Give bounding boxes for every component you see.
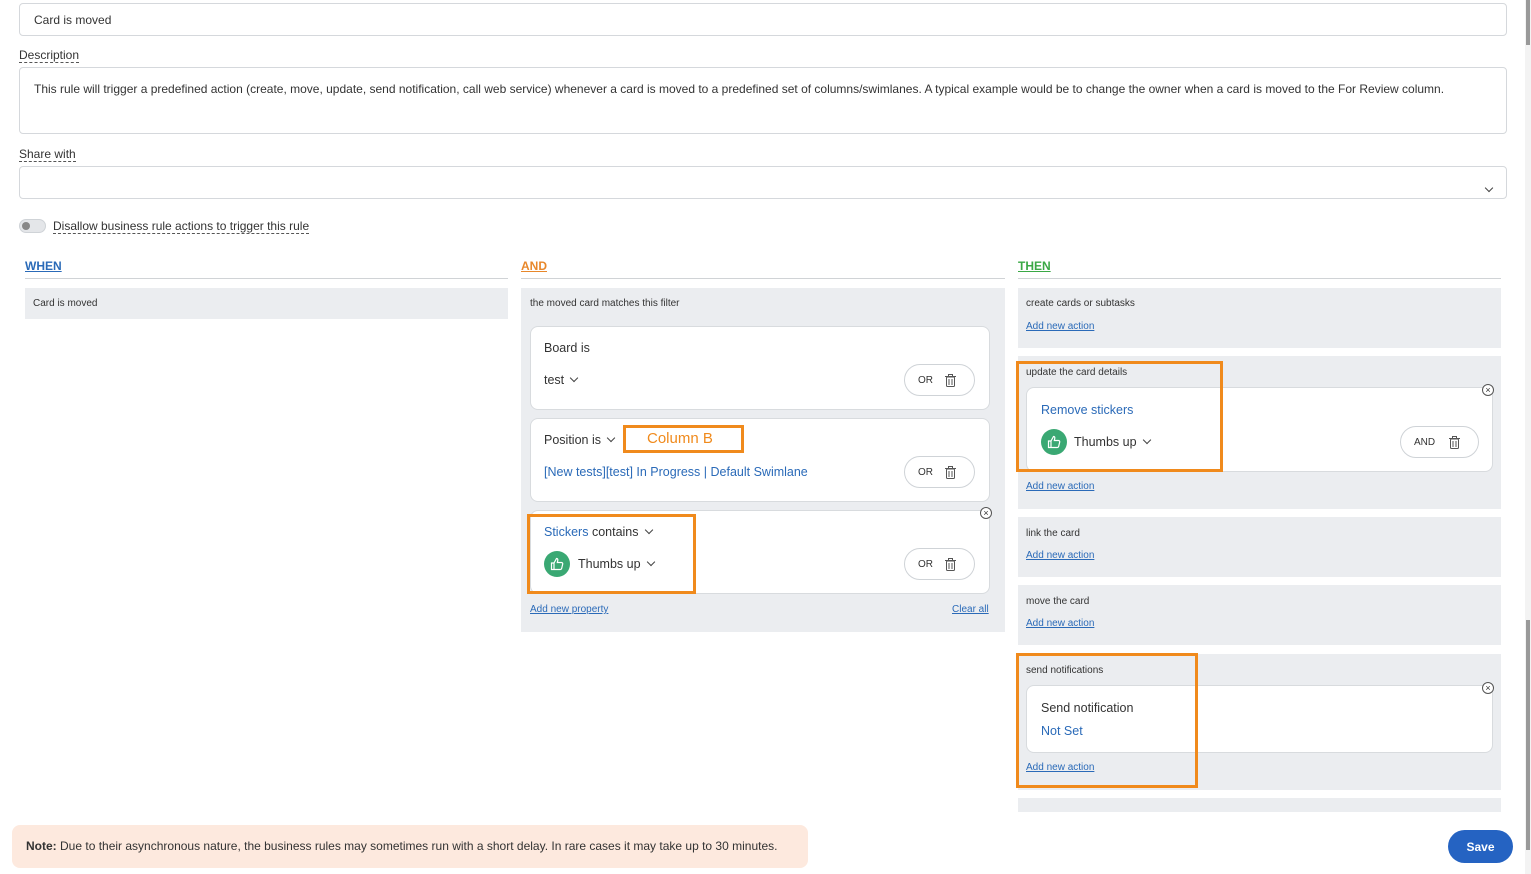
share-with-label: Share with — [19, 147, 76, 162]
position-filter-card: Position is [New tests][test] In Progres… — [530, 418, 990, 502]
when-divider — [25, 278, 508, 279]
position-or-pill: OR — [904, 456, 975, 488]
description-textarea[interactable]: This rule will trigger a predefined acti… — [19, 67, 1507, 134]
board-value-dropdown[interactable]: test — [544, 373, 579, 387]
then-link-panel: link the card Add new action — [1018, 517, 1501, 577]
note-bold: Note: — [26, 839, 57, 853]
stickers-or-pill: OR — [904, 548, 975, 580]
then-divider — [1018, 278, 1501, 279]
disallow-label: Disallow business rule actions to trigge… — [53, 219, 310, 234]
add-new-action-link[interactable]: Add new action — [1026, 618, 1094, 629]
rule-name-value: Card is moved — [34, 13, 112, 27]
description-value: This rule will trigger a predefined acti… — [34, 82, 1445, 96]
then-next-panel — [1018, 798, 1501, 812]
when-header: WHEN — [25, 259, 62, 273]
disallow-toggle[interactable] — [19, 219, 46, 233]
add-new-action-link[interactable]: Add new action — [1026, 321, 1094, 332]
scrollbar-thumb-lower — [1526, 620, 1530, 850]
board-filter-label: Board is — [544, 341, 590, 355]
close-icon[interactable]: × — [1482, 682, 1494, 694]
annotation-box-column-b: Column B — [623, 425, 744, 453]
annotation-box-stickers — [527, 514, 696, 594]
and-button[interactable]: AND — [1401, 437, 1449, 448]
scrollbar-track[interactable] — [1525, 0, 1531, 874]
note-body: Due to their asynchronous nature, the bu… — [56, 839, 778, 853]
then-link-title: link the card — [1026, 528, 1080, 539]
and-divider — [521, 278, 1005, 279]
then-move-title: move the card — [1026, 596, 1090, 607]
annotation-column-b-text: Column B — [647, 430, 713, 447]
update-and-pill: AND — [1400, 426, 1479, 458]
position-filter-dropdown[interactable]: Position is — [544, 433, 616, 447]
rule-name-input[interactable]: Card is moved — [19, 3, 1507, 36]
note-text: Note: Due to their asynchronous nature, … — [26, 839, 777, 853]
annotation-box-update — [1016, 361, 1223, 472]
board-or-pill: OR — [904, 364, 975, 396]
trash-icon[interactable] — [945, 465, 957, 479]
or-button[interactable]: OR — [905, 559, 945, 570]
note-banner: Note: Due to their asynchronous nature, … — [12, 825, 808, 868]
then-create-title: create cards or subtasks — [1026, 298, 1135, 309]
scrollbar-thumb[interactable] — [1526, 0, 1530, 45]
or-button[interactable]: OR — [905, 375, 945, 386]
chevron-down-icon — [569, 373, 579, 383]
chevron-down-icon — [1484, 183, 1494, 193]
add-new-action-link[interactable]: Add new action — [1026, 550, 1094, 561]
then-header: THEN — [1018, 259, 1051, 273]
close-icon[interactable]: × — [1482, 384, 1494, 396]
when-trigger-panel[interactable]: Card is moved — [25, 288, 508, 319]
then-move-panel: move the card Add new action — [1018, 585, 1501, 645]
description-label: Description — [19, 48, 80, 63]
close-icon[interactable]: × — [980, 507, 992, 519]
share-with-select[interactable] — [19, 166, 1507, 199]
position-filter-label: Position is — [544, 433, 601, 447]
toggle-knob — [22, 222, 30, 230]
add-new-action-link[interactable]: Add new action — [1026, 481, 1094, 492]
trash-icon[interactable] — [945, 557, 957, 571]
annotation-box-notify — [1016, 653, 1198, 788]
board-value: test — [544, 373, 565, 387]
add-new-property-link[interactable]: Add new property — [530, 604, 608, 615]
board-filter-card: Board is test OR — [530, 326, 990, 410]
and-header: AND — [521, 259, 547, 273]
clear-all-link[interactable]: Clear all — [952, 604, 989, 615]
position-value-link[interactable]: [New tests][test] In Progress | Default … — [544, 465, 808, 479]
trash-icon[interactable] — [945, 373, 957, 387]
and-filter-title: the moved card matches this filter — [530, 298, 680, 309]
or-button[interactable]: OR — [905, 467, 945, 478]
then-create-panel: create cards or subtasks Add new action — [1018, 288, 1501, 348]
chevron-down-icon — [606, 433, 616, 443]
when-trigger-label: Card is moved — [33, 298, 98, 309]
trash-icon[interactable] — [1449, 435, 1461, 449]
save-button[interactable]: Save — [1448, 830, 1513, 863]
